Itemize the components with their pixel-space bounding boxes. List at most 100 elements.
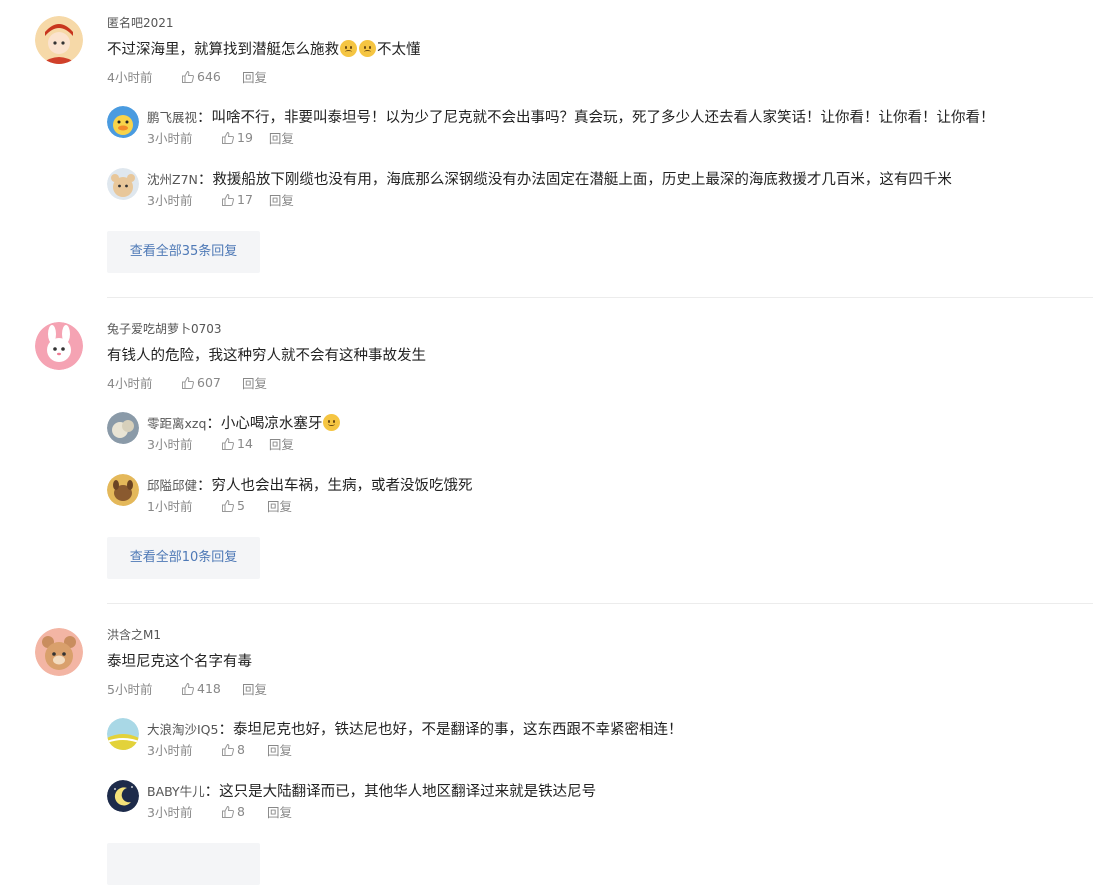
like-count: 17 [237,192,253,207]
reply-button[interactable]: 回复 [269,190,294,209]
avatar[interactable] [35,628,83,676]
like-count: 418 [197,681,221,696]
like-button[interactable]: 8 [221,742,251,757]
reply-button[interactable]: 回复 [267,802,292,821]
reply-item: 零距离xzq：小心喝凉水塞牙 3小时前 14 回复 [107,412,1093,462]
reply-username[interactable]: 零距离xzq [147,416,206,431]
reply-text: 这只是大陆翻译而已，其他华人地区翻译过来就是铁达尼号 [219,784,597,800]
comment-meta: 5小时前 418 回复 [107,679,267,698]
comment-time: 4小时前 [107,376,153,391]
reply-text: 泰坦尼克也好，铁达尼也好，不是翻译的事，这东西跟不幸紧密相连！ [232,722,683,738]
comment-text: 泰坦尼克这个名字有毒 [107,650,252,671]
like-button[interactable]: 14 [221,436,253,451]
thumbs-up-icon [182,70,194,83]
thumbs-up-icon [222,437,234,450]
comment-username[interactable]: 匿名吧2021 [107,14,174,31]
like-button[interactable]: 17 [221,192,253,207]
reply-line: 鹏飞展视：叫啥不行，非要叫泰坦号！以为少了尼克就不会出事吗？真会玩，死了多少人还… [147,110,995,126]
comment-username[interactable]: 兔子爱吃胡萝卜0703 [107,320,222,337]
divider [107,297,1093,298]
reply-item: 鹏飞展视：叫啥不行，非要叫泰坦号！以为少了尼克就不会出事吗？真会玩，死了多少人还… [107,106,1093,156]
reply-item: 沈州Z7N：救援船放下刚缆也没有用，海底那么深钢缆没有办法固定在潜艇上面，历史上… [107,168,1093,218]
reply-username[interactable]: 鹏飞展视 [147,110,197,125]
reply-button[interactable]: 回复 [242,67,267,86]
like-count: 8 [237,804,245,819]
thumbs-up-icon [182,682,194,695]
reply-meta: 3小时前 8 回复 [147,802,292,821]
reply-meta: 3小时前 17 回复 [147,190,294,209]
comment-text: 不过深海里，就算找到潜艇怎么施救 不太懂 [107,38,421,59]
thumbs-up-icon [222,131,234,144]
like-button[interactable]: 19 [221,130,253,145]
avatar[interactable] [107,780,139,812]
comment-time: 5小时前 [107,682,153,697]
reply-time: 3小时前 [147,193,193,208]
view-all-replies-button[interactable] [107,843,260,885]
comment-text-part: 泰坦尼克这个名字有毒 [107,654,252,670]
reply-username[interactable]: BABY牛儿 [147,784,205,799]
thumbs-up-icon [222,805,234,818]
reply-time: 3小时前 [147,743,193,758]
avatar[interactable] [107,106,139,138]
avatar[interactable] [107,474,139,506]
like-button[interactable]: 607 [181,375,242,390]
view-all-replies-button[interactable]: 查看全部10条回复 [107,537,260,579]
reply-button[interactable]: 回复 [269,128,294,147]
reply-button[interactable]: 回复 [267,496,292,515]
sad-face-emoji [359,40,376,57]
comment-meta: 4小时前 646 回复 [107,67,267,86]
reply-meta: 1小时前 5 回复 [147,496,292,515]
like-button[interactable]: 5 [221,498,251,513]
reply-button[interactable]: 回复 [269,434,294,453]
reply-line: 邱隘邱健：穷人也会出车祸，生病，或者没饭吃饿死 [147,478,473,494]
reply-item: 大浪淘沙IQ5：泰坦尼克也好，铁达尼也好，不是翻译的事，这东西跟不幸紧密相连！ … [107,718,1093,768]
avatar[interactable] [107,168,139,200]
comment-username[interactable]: 洪含之M1 [107,626,161,643]
reply-text: 叫啥不行，非要叫泰坦号！以为少了尼克就不会出事吗？真会玩，死了多少人还去看人家笑… [211,110,995,126]
like-count: 646 [197,69,221,84]
divider [107,603,1093,604]
thumbs-up-icon [222,499,234,512]
like-count: 14 [237,436,253,451]
reply-text: 救援船放下刚缆也没有用，海底那么深钢缆没有办法固定在潜艇上面，历史上最深的海底救… [212,172,952,188]
reply-line: 大浪淘沙IQ5：泰坦尼克也好，铁达尼也好，不是翻译的事，这东西跟不幸紧密相连！ [147,722,683,738]
reply-button[interactable]: 回复 [242,679,267,698]
like-button[interactable]: 418 [181,681,242,696]
avatar[interactable] [107,718,139,750]
like-button[interactable]: 8 [221,804,251,819]
smile-emoji [323,414,341,431]
reply-time: 3小时前 [147,805,193,820]
reply-meta: 3小时前 14 回复 [147,434,294,453]
thumbs-up-icon [222,193,234,206]
reply-item: BABY牛儿：这只是大陆翻译而已，其他华人地区翻译过来就是铁达尼号 3小时前 8… [107,780,1093,830]
reply-username[interactable]: 大浪淘沙IQ5 [147,722,218,737]
reply-time: 1小时前 [147,499,193,514]
like-count: 607 [197,375,221,390]
reply-username[interactable]: 沈州Z7N [147,172,198,187]
reply-text: 小心喝凉水塞牙 [220,416,323,432]
reply-meta: 3小时前 19 回复 [147,128,294,147]
reply-line: BABY牛儿：这只是大陆翻译而已，其他华人地区翻译过来就是铁达尼号 [147,784,597,800]
like-count: 8 [237,742,245,757]
avatar[interactable] [35,322,83,370]
reply-button[interactable]: 回复 [267,740,292,759]
reply-item: 邱隘邱健：穷人也会出车祸，生病，或者没饭吃饿死 1小时前 5 回复 [107,474,1093,524]
like-count: 5 [237,498,245,513]
reply-line: 沈州Z7N：救援船放下刚缆也没有用，海底那么深钢缆没有办法固定在潜艇上面，历史上… [147,172,952,188]
reply-username[interactable]: 邱隘邱健 [147,478,197,493]
comment-time: 4小时前 [107,70,153,85]
reply-text: 穷人也会出车祸，生病，或者没饭吃饿死 [211,478,473,494]
view-all-replies-button[interactable]: 查看全部35条回复 [107,231,260,273]
comment-text-part: 有钱人的危险，我这种穷人就不会有这种事故发生 [107,348,426,364]
reply-button[interactable]: 回复 [242,373,267,392]
thumbs-up-icon [222,743,234,756]
like-count: 19 [237,130,253,145]
thumbs-up-icon [182,376,194,389]
avatar[interactable] [107,412,139,444]
like-button[interactable]: 646 [181,69,242,84]
reply-meta: 3小时前 8 回复 [147,740,292,759]
comment-text-part: 不过深海里，就算找到潜艇怎么施救 [107,42,339,58]
avatar[interactable] [35,16,83,64]
comment-text-part: 不太懂 [377,42,421,58]
comment-text: 有钱人的危险，我这种穷人就不会有这种事故发生 [107,344,426,365]
